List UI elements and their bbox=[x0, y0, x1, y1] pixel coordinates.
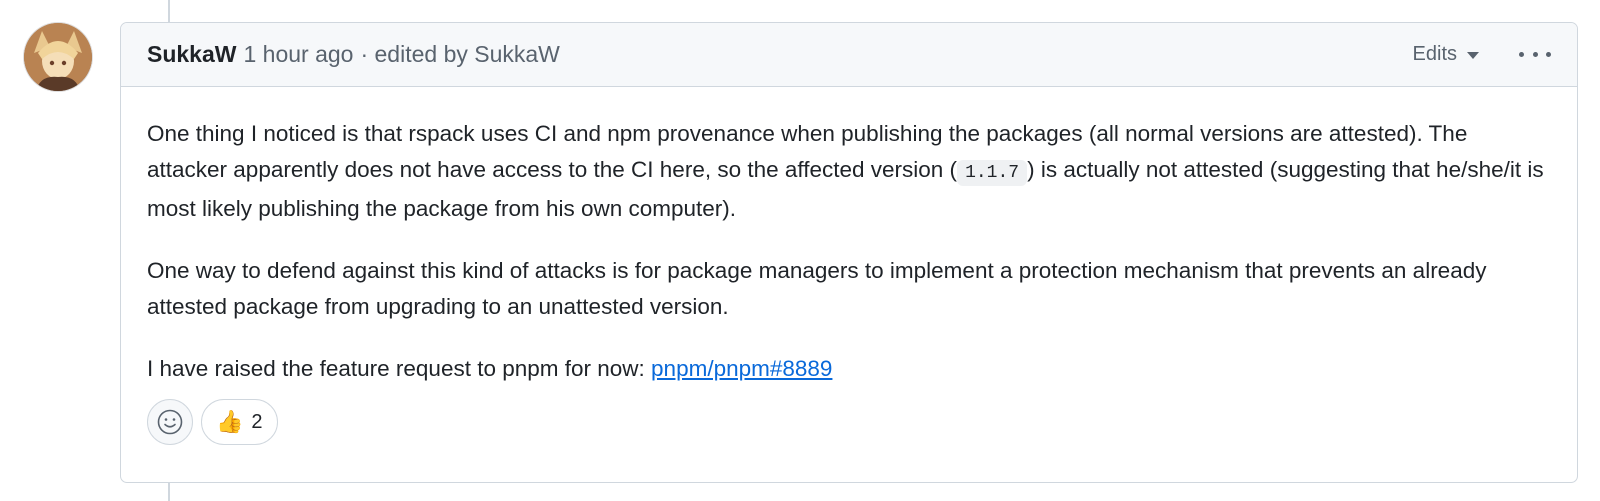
smiley-icon bbox=[157, 409, 183, 435]
comment-header: SukkaW 1 hour ago · edited by SukkaW Edi… bbox=[121, 23, 1577, 87]
kebab-horizontal-icon[interactable] bbox=[1519, 45, 1551, 65]
thumbs-up-reaction[interactable]: 👍 2 bbox=[201, 399, 278, 445]
chevron-down-icon bbox=[1467, 52, 1479, 59]
paragraph-2: One way to defend against this kind of a… bbox=[147, 258, 1487, 319]
avatar[interactable] bbox=[24, 23, 92, 91]
paragraph-3: I have raised the feature request to pnp… bbox=[147, 351, 1551, 387]
version-code: 1.1.7 bbox=[957, 160, 1028, 186]
edits-label: Edits bbox=[1412, 43, 1457, 65]
edited-by-label: · edited by SukkaW bbox=[360, 41, 560, 67]
comment-timestamp[interactable]: 1 hour ago bbox=[243, 41, 353, 68]
comment-body: One thing I noticed is that rspack uses … bbox=[121, 87, 1577, 387]
edits-dropdown[interactable]: Edits bbox=[1413, 43, 1479, 66]
reaction-count: 2 bbox=[251, 410, 263, 433]
thumbs-up-icon: 👍 bbox=[216, 409, 244, 434]
avatar-image bbox=[24, 23, 92, 91]
author-name[interactable]: SukkaW bbox=[147, 41, 236, 68]
reactions-bar: 👍 2 bbox=[147, 399, 278, 445]
comment-box: SukkaW 1 hour ago · edited by SukkaW Edi… bbox=[120, 22, 1578, 483]
issue-link[interactable]: pnpm/pnpm#8889 bbox=[651, 356, 832, 381]
add-reaction-button[interactable] bbox=[147, 399, 193, 445]
comment-thread: SukkaW 1 hour ago · edited by SukkaW Edi… bbox=[0, 0, 1600, 501]
paragraph-1: One thing I noticed is that rspack uses … bbox=[147, 116, 1551, 227]
paragraph-3-text: I have raised the feature request to pnp… bbox=[147, 356, 652, 381]
